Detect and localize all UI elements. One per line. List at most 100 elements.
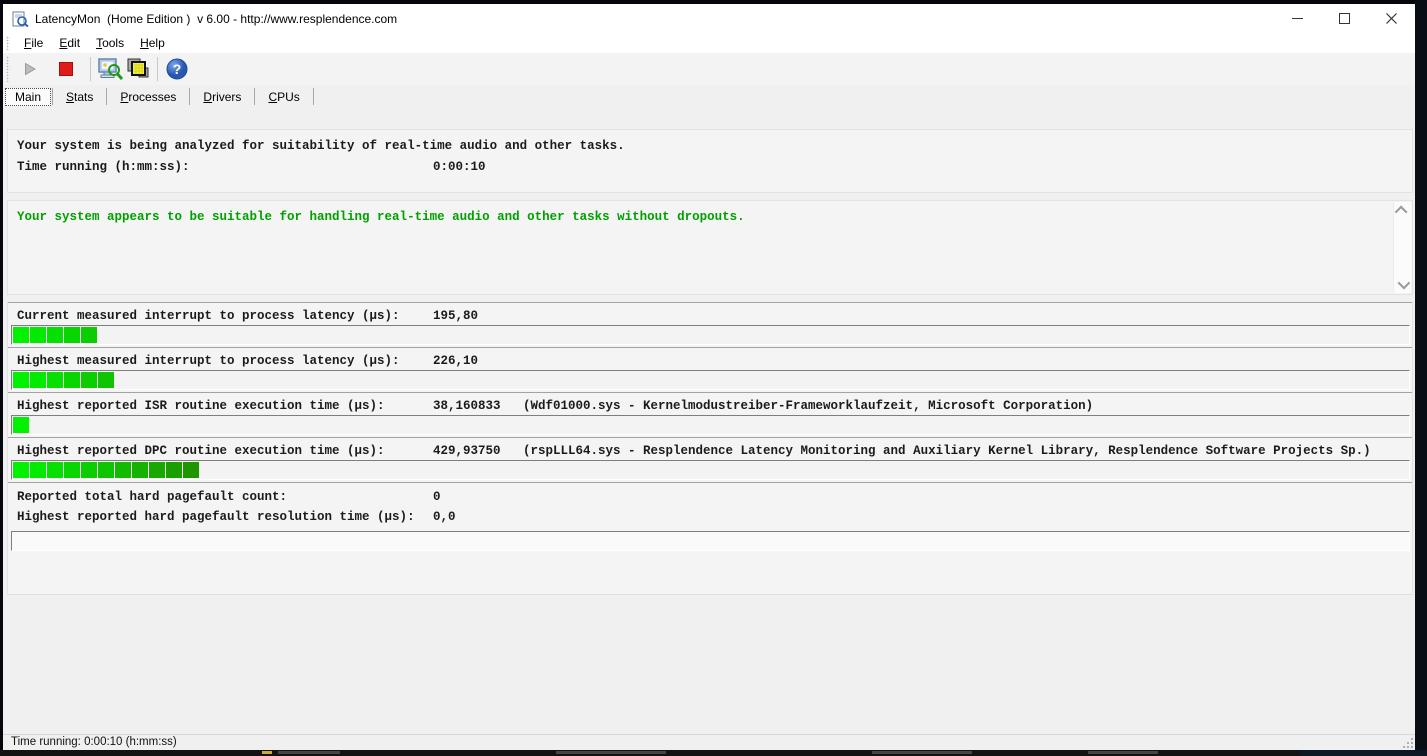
latency-bar <box>11 415 1410 435</box>
title-bar: LatencyMon (Home Edition ) v 6.00 - http… <box>3 4 1415 33</box>
driver-info: (rspLLL64.sys - Resplendence Latency Mon… <box>523 444 1371 458</box>
toolbar-gripper[interactable] <box>6 56 10 82</box>
bar-segment <box>30 462 46 478</box>
app-icon <box>11 11 29 27</box>
pagefault-count-label: Reported total hard pagefault count: <box>17 490 287 504</box>
bar-segment <box>47 327 63 343</box>
run-button[interactable] <box>16 56 44 82</box>
bar-segment <box>64 327 80 343</box>
analyze-button[interactable] <box>96 56 124 82</box>
scroll-up-button[interactable] <box>1394 202 1411 219</box>
empty-latency-bar <box>11 531 1410 551</box>
analysis-info-panel: Your system is being analyzed for suitab… <box>7 129 1413 193</box>
help-icon: ? <box>165 57 189 81</box>
latency-bar <box>11 325 1410 345</box>
menu-tools[interactable]: Tools <box>88 34 132 52</box>
processors-button[interactable] <box>124 56 152 82</box>
tab-drivers[interactable]: Drivers <box>191 88 253 106</box>
tab-separator <box>106 88 107 105</box>
bar-segment <box>30 372 46 388</box>
bar-segment <box>166 462 182 478</box>
latencymon-window: LatencyMon (Home Edition ) v 6.00 - http… <box>3 4 1415 750</box>
tab-cpus[interactable]: CPUs <box>256 88 311 106</box>
bar-segment <box>81 327 97 343</box>
analysis-status-text: Your system is being analyzed for suitab… <box>17 139 625 153</box>
tab-processes[interactable]: Processes <box>108 88 188 106</box>
taskbar-fragment <box>1300 750 1427 756</box>
measurement-row-current-latency: Current measured interrupt to process la… <box>8 302 1412 347</box>
measurement-row-dpc-time: Highest reported DPC routine execution t… <box>8 437 1412 482</box>
maximize-button[interactable] <box>1321 4 1368 33</box>
measurement-value: 38,160833 <box>433 399 501 413</box>
toolbar-separator <box>157 57 158 81</box>
bar-segment <box>64 462 80 478</box>
tab-main[interactable]: Main <box>5 88 51 106</box>
bar-segment <box>47 372 63 388</box>
menu-edit[interactable]: Edit <box>51 34 88 52</box>
measurements-panel: Current measured interrupt to process la… <box>7 302 1413 595</box>
resize-grip[interactable] <box>1403 738 1413 748</box>
time-running-label: Time running (h:mm:ss): <box>17 160 190 174</box>
bar-segment <box>13 372 29 388</box>
bar-segment <box>98 462 114 478</box>
scroll-down-button[interactable] <box>1394 276 1411 293</box>
play-icon <box>23 62 37 76</box>
stop-button[interactable] <box>52 56 80 82</box>
bar-segment <box>47 462 63 478</box>
stacked-windows-icon <box>125 57 151 81</box>
close-button[interactable] <box>1368 4 1415 33</box>
taskbar-fragment <box>262 751 272 754</box>
chevron-down-icon <box>1398 277 1411 290</box>
bar-segment <box>13 417 29 433</box>
measurement-label: Highest measured interrupt to process la… <box>17 354 400 368</box>
svg-text:?: ? <box>173 61 182 77</box>
minimize-button[interactable] <box>1274 4 1321 33</box>
message-scrollbar[interactable] <box>1393 202 1411 293</box>
pagefault-time-value: 0,0 <box>433 510 456 524</box>
bar-segment <box>13 462 29 478</box>
window-controls <box>1274 4 1415 33</box>
measurement-value: 195,80 <box>433 309 478 323</box>
bar-segment <box>98 372 114 388</box>
taskbar-fragment <box>872 751 972 754</box>
status-bar: Time running: 0:00:10 (h:mm:ss) <box>3 734 1415 750</box>
bar-segment <box>115 462 131 478</box>
bar-segment <box>149 462 165 478</box>
suitability-message-panel: Your system appears to be suitable for h… <box>7 200 1413 295</box>
stop-icon <box>59 62 73 76</box>
taskbar-fragment <box>556 751 666 754</box>
taskbar-sliver <box>0 750 1427 756</box>
bar-segment <box>132 462 148 478</box>
measurement-label: Highest reported DPC routine execution t… <box>17 444 385 458</box>
menu-file[interactable]: File <box>16 34 51 52</box>
help-button[interactable]: ? <box>163 56 191 82</box>
bar-segment <box>183 462 199 478</box>
measurement-label: Current measured interrupt to process la… <box>17 309 400 323</box>
menubar-gripper[interactable] <box>6 36 10 50</box>
tab-bar: Main Stats Processes Drivers CPUs <box>3 85 1415 108</box>
tab-separator <box>254 88 255 105</box>
tab-stats[interactable]: Stats <box>54 88 105 106</box>
minimize-icon <box>1292 18 1303 19</box>
pagefault-stats-block: Reported total hard pagefault count: 0 H… <box>8 482 1412 555</box>
window-title: LatencyMon (Home Edition ) v 6.00 - http… <box>35 12 397 26</box>
measurement-value: 226,10 <box>433 354 478 368</box>
suitability-message: Your system appears to be suitable for h… <box>17 210 745 224</box>
pagefault-time-label: Highest reported hard pagefault resoluti… <box>17 510 415 524</box>
measurement-value: 429,93750 <box>433 444 501 458</box>
measurement-label: Highest reported ISR routine execution t… <box>17 399 385 413</box>
menu-help[interactable]: Help <box>132 34 173 52</box>
taskbar-fragment <box>1088 751 1158 754</box>
close-icon <box>1386 13 1397 24</box>
measurement-row-highest-latency: Highest measured interrupt to process la… <box>8 347 1412 392</box>
pagefault-count-value: 0 <box>433 490 441 504</box>
tab-separator <box>313 88 314 105</box>
maximize-icon <box>1339 13 1350 24</box>
bar-segment <box>30 327 46 343</box>
tab-separator <box>52 88 53 105</box>
monitor-magnifier-icon <box>97 57 123 81</box>
latency-bar <box>11 370 1410 390</box>
statusbar-text: Time running: 0:00:10 (h:mm:ss) <box>11 736 177 748</box>
latency-bar <box>11 460 1410 480</box>
main-page: Your system is being analyzed for suitab… <box>3 108 1415 735</box>
